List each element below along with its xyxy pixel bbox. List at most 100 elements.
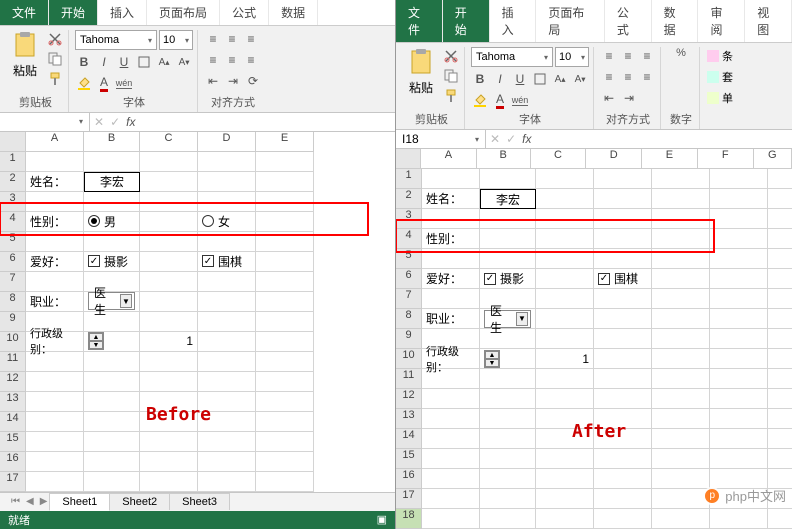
decrease-indent[interactable]: ⇤ (204, 72, 222, 90)
sheet-tab-3[interactable]: Sheet3 (169, 493, 230, 510)
row-header[interactable]: 15 (396, 449, 422, 469)
cell[interactable] (422, 489, 480, 509)
cell[interactable] (256, 352, 314, 372)
row-header[interactable]: 3 (396, 209, 422, 229)
cell[interactable] (594, 309, 652, 329)
align-left[interactable]: ≡ (600, 68, 618, 86)
cell[interactable] (768, 189, 792, 209)
table-format-icon[interactable] (706, 68, 720, 86)
col-header[interactable]: G (754, 149, 792, 169)
cell[interactable] (652, 469, 710, 489)
underline-button[interactable]: U (511, 70, 529, 88)
cell-hobby-label[interactable]: 爱好： (26, 252, 84, 272)
cell[interactable] (594, 449, 652, 469)
cell[interactable] (26, 152, 84, 172)
cell[interactable] (256, 272, 314, 292)
cell[interactable] (480, 449, 536, 469)
cell[interactable] (198, 332, 256, 352)
italic-button[interactable]: I (95, 53, 113, 71)
row-header[interactable]: 6 (396, 269, 422, 289)
align-right[interactable]: ≡ (638, 68, 656, 86)
cell[interactable] (256, 312, 314, 332)
cell-style-icon[interactable] (706, 89, 720, 107)
row-header[interactable]: 2 (396, 189, 422, 209)
cell-name-label[interactable]: 姓名： (422, 189, 480, 209)
tab-insert[interactable]: 插入 (98, 0, 147, 25)
cell-name-value[interactable]: 李宏 (84, 172, 140, 192)
cell[interactable] (710, 249, 768, 269)
tab-data[interactable]: 数据 (269, 0, 318, 25)
spin-up-icon[interactable]: ▲ (89, 333, 103, 341)
cell-rank-value[interactable]: 1 (140, 332, 198, 352)
cell[interactable] (710, 509, 768, 529)
increase-indent[interactable]: ⇥ (620, 89, 638, 107)
cell[interactable] (422, 429, 480, 449)
row-header[interactable]: 11 (0, 352, 26, 372)
cell[interactable] (256, 372, 314, 392)
orientation[interactable]: ⟳ (244, 72, 262, 90)
cell[interactable] (422, 389, 480, 409)
col-header[interactable]: E (256, 132, 314, 152)
cell[interactable] (140, 272, 198, 292)
cell[interactable] (594, 209, 652, 229)
cell[interactable] (652, 509, 710, 529)
cell[interactable] (140, 452, 198, 472)
cell[interactable] (198, 172, 256, 192)
cell[interactable] (768, 169, 792, 189)
cell[interactable] (84, 352, 140, 372)
name-box[interactable]: ▾ (0, 113, 90, 131)
cell[interactable] (594, 489, 652, 509)
tab-home[interactable]: 开始 (49, 0, 98, 25)
cell[interactable] (84, 232, 140, 252)
spin-down-icon[interactable]: ▼ (485, 359, 499, 367)
shrink-font-button[interactable]: A▾ (571, 70, 589, 88)
cell[interactable] (422, 209, 480, 229)
increase-indent[interactable]: ⇥ (224, 72, 242, 90)
record-macro-icon[interactable]: ▣ (377, 513, 387, 526)
cell[interactable] (652, 369, 710, 389)
cell[interactable] (710, 449, 768, 469)
formula-input[interactable] (535, 130, 792, 148)
cell[interactable] (256, 392, 314, 412)
formula-input[interactable] (139, 113, 395, 131)
border-button[interactable] (531, 70, 549, 88)
cell[interactable] (480, 329, 536, 349)
cell[interactable] (480, 509, 536, 529)
row-header[interactable]: 9 (396, 329, 422, 349)
cell[interactable] (652, 349, 710, 369)
cell[interactable] (768, 229, 792, 249)
cell[interactable] (594, 509, 652, 529)
spinner-rank[interactable]: ▲▼ (84, 332, 140, 352)
row-header[interactable]: 1 (396, 169, 422, 189)
cell[interactable] (256, 172, 314, 192)
sheet-tab-1[interactable]: Sheet1 (49, 493, 110, 511)
cell[interactable] (198, 272, 256, 292)
cell-rank-label[interactable]: 行政级别： (422, 349, 480, 369)
cell[interactable] (768, 269, 792, 289)
cell[interactable] (140, 312, 198, 332)
checkbox-hobby2[interactable]: ✓围棋 (594, 269, 652, 289)
cell[interactable] (140, 212, 198, 232)
cell[interactable] (480, 169, 536, 189)
tab-data[interactable]: 数据 (652, 0, 699, 42)
row-header[interactable]: 14 (396, 429, 422, 449)
cell[interactable] (256, 332, 314, 352)
cond-format-icon[interactable] (706, 47, 720, 65)
col-header[interactable]: A (421, 149, 477, 169)
cell[interactable] (536, 269, 594, 289)
cell[interactable] (710, 269, 768, 289)
phonetic-button[interactable]: wén (511, 91, 529, 109)
row-header[interactable]: 14 (0, 412, 26, 432)
name-box[interactable]: I18▾ (396, 130, 486, 148)
cell[interactable] (140, 192, 198, 212)
cell[interactable] (198, 472, 256, 492)
spin-up-icon[interactable]: ▲ (485, 351, 499, 359)
align-bottom[interactable]: ≡ (242, 30, 260, 48)
col-header[interactable]: F (698, 149, 754, 169)
cell[interactable] (768, 309, 792, 329)
cell[interactable] (422, 289, 480, 309)
sheet-nav-next[interactable]: ▶ (37, 496, 51, 507)
cell[interactable] (536, 489, 594, 509)
row-header[interactable]: 16 (396, 469, 422, 489)
col-header[interactable]: D (586, 149, 642, 169)
